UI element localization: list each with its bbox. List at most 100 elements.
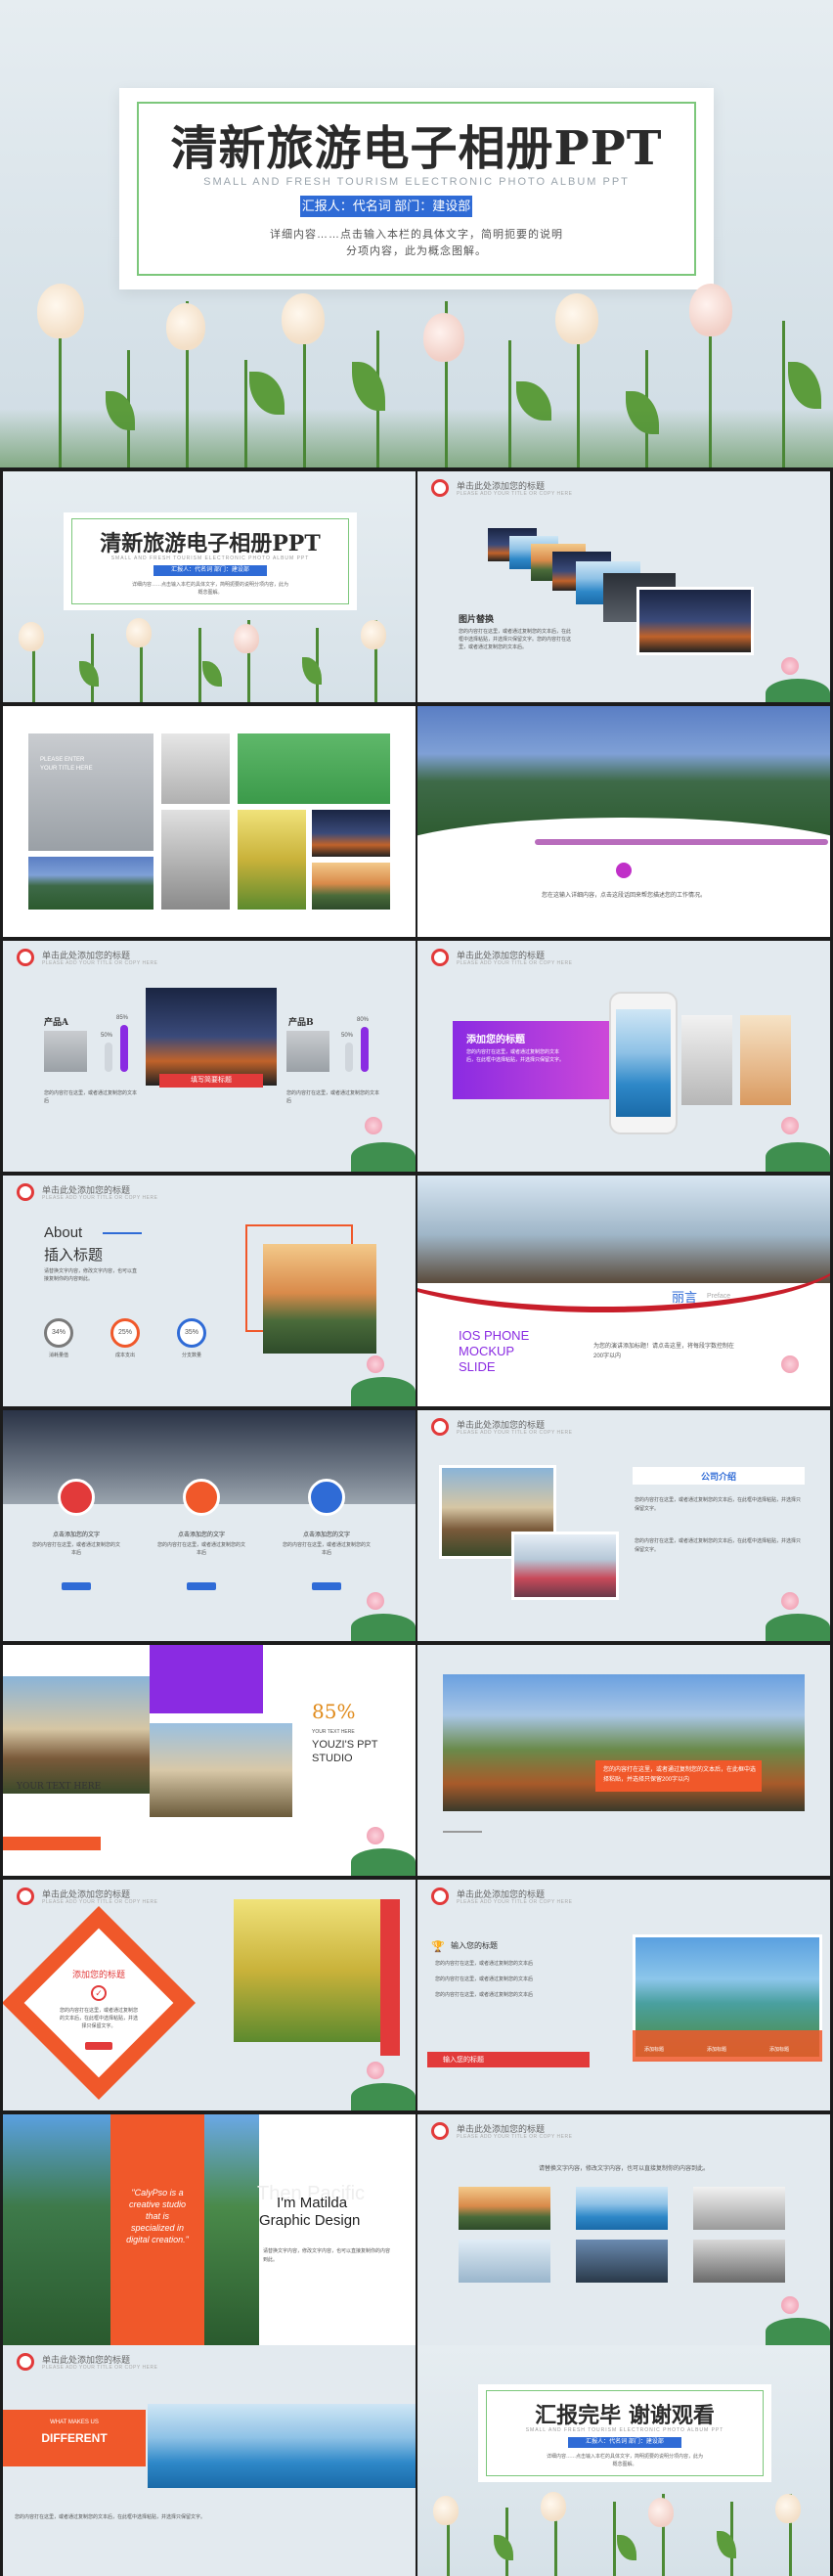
s17-photo-1	[459, 2187, 550, 2230]
s12-pct: 85%	[312, 1700, 356, 1723]
s10-desc-2: 您的内容打在这里，或者通过复制您的文本后	[157, 1542, 246, 1556]
slide-13[interactable]: 您的内容打在这里，或者通过复制您的文本后，在此框中选择粘贴，并选择只保留200字…	[417, 1645, 830, 1876]
s8-ring-1-value: 34%	[51, 1329, 66, 1336]
s19-card: 汇报完毕 谢谢观看 SMALL AND FRESH TOURISM ELECTR…	[478, 2384, 771, 2482]
slide-6[interactable]: 单击此处添加您的标题 PLEASE ADD YOUR TITLE OR COPY…	[3, 941, 416, 1172]
s12-photo-1	[3, 1676, 150, 1794]
s19-reporter: 汇报人：代名词 部门：建设部	[568, 2437, 681, 2448]
s2-title: 清新旅游电子相册PPT	[100, 531, 321, 556]
s14-red-frame	[380, 1899, 400, 2056]
slide-9[interactable]: 丽言 Preface IOS PHONE MOCKUP SLIDE 为您的演讲添…	[417, 1176, 830, 1406]
s7-header-icon	[431, 949, 449, 966]
slide-cover[interactable]: 清新旅游电子相册PPT SMALL AND FRESH TOURISM ELEC…	[0, 0, 833, 467]
slide-14[interactable]: 单击此处添加您的标题 PLEASE ADD YOUR TITLE OR COPY…	[3, 1880, 416, 2110]
s10-icon-1	[58, 1479, 95, 1516]
s17-caption: 请替换文字内容，修改文字内容，也可以直接复制你的内容到此。	[538, 2166, 709, 2172]
s6-product-a: 产品A	[44, 1018, 68, 1028]
s16-desc: 请替换文字内容，修改文字内容，也可以直接复制你的内容到此。	[263, 2248, 391, 2263]
s4-overlay-line1: PLEASE ENTER	[40, 757, 85, 763]
s10-title-1: 点击添加您的文字	[52, 1532, 100, 1538]
s19-subtitle: SMALL AND FRESH TOURISM ELECTRONIC PHOTO…	[525, 2427, 724, 2433]
slide-3[interactable]: 单击此处添加您的标题 PLEASE ADD YOUR TITLE OR COPY…	[417, 471, 830, 702]
s7-tag: 添加您的标题	[466, 1035, 525, 1045]
s10-desc-1: 您的内容打在这里，或者通过复制您的文本后	[32, 1542, 121, 1556]
slide-16[interactable]: "CalyPso is a creative studio that is sp…	[3, 2114, 416, 2345]
s16-quote: "CalyPso is a creative studio that is sp…	[126, 2188, 189, 2244]
s8-ring-2: 25%	[110, 1318, 140, 1348]
s17-header-icon	[431, 2122, 449, 2140]
s8-about-line	[103, 1232, 142, 1234]
cover-desc: 详细内容……点击输入本栏的具体文字，简明扼要的说明 分项内容，此为概念图解。	[227, 227, 606, 260]
s10-btn-1[interactable]	[62, 1582, 91, 1590]
s15-header-icon	[431, 1888, 449, 1905]
s2-reporter: 汇报人：代名词 部门：建设部	[153, 565, 267, 576]
s7-desc: 您的内容打在这里，或者通过复制您的文本后，在此框中选择粘贴，并选择只保留文字。	[466, 1049, 565, 1063]
s6-header-sub: PLEASE ADD YOUR TITLE OR COPY HERE	[42, 960, 158, 966]
s10-btn-3[interactable]	[312, 1582, 341, 1590]
s7-photo-1	[681, 1015, 732, 1105]
s14-header-sub: PLEASE ADD YOUR TITLE OR COPY HERE	[42, 1899, 158, 1905]
s14-btn[interactable]	[85, 2042, 112, 2050]
s15-icon-label-3: 添加标题	[769, 2047, 790, 2053]
cover-subtitle: SMALL AND FRESH TOURISM ELECTRONIC PHOTO…	[203, 176, 630, 188]
slide-15[interactable]: 单击此处添加您的标题 PLEASE ADD YOUR TITLE OR COPY…	[417, 1880, 830, 2110]
slide-7[interactable]: 单击此处添加您的标题 PLEASE ADD YOUR TITLE OR COPY…	[417, 941, 830, 1172]
s18-orange-box: WHAT MAKES US DIFFERENT	[3, 2410, 146, 2466]
s18-small: WHAT MAKES US	[50, 2420, 99, 2425]
s14-diamond-inner	[23, 1928, 174, 2078]
slide-11[interactable]: 单击此处添加您的标题 PLEASE ADD YOUR TITLE OR COPY…	[417, 1410, 830, 1641]
s8-ring-3-label: 分支数量	[181, 1353, 201, 1358]
slide-17[interactable]: 单击此处添加您的标题 PLEASE ADD YOUR TITLE OR COPY…	[417, 2114, 830, 2345]
slide-18[interactable]: 单击此处添加您的标题 PLEASE ADD YOUR TITLE OR COPY…	[3, 2345, 416, 2576]
s7-header-sub: PLEASE ADD YOUR TITLE OR COPY HERE	[457, 960, 573, 966]
s6-photo-a	[44, 1031, 87, 1072]
s10-btn-2[interactable]	[187, 1582, 216, 1590]
s17-photo-6	[693, 2240, 785, 2283]
slide-8[interactable]: 单击此处添加您的标题 PLEASE ADD YOUR TITLE OR COPY…	[3, 1176, 416, 1406]
s4-overlay-line2: YOUR TITLE HERE	[40, 766, 93, 772]
s11-title: 公司介绍	[700, 1472, 736, 1482]
s18-header-sub: PLEASE ADD YOUR TITLE OR COPY HERE	[42, 2365, 158, 2371]
s8-ring-2-value: 25%	[117, 1329, 132, 1336]
s15-header-sub: PLEASE ADD YOUR TITLE OR COPY HERE	[457, 1899, 573, 1905]
s14-title: 添加您的标题	[71, 1970, 125, 1979]
s8-ring-2-label: 成本支出	[114, 1353, 135, 1358]
s2-desc: 详细内容……点击输入本栏的具体文字，简明扼要的说明分项内容，此为概念图解。	[132, 582, 289, 596]
s11-desc-1: 您的内容打在这里，或者通过复制您的文本后，在此框中选择粘贴，并选择只保留文字。	[635, 1497, 802, 1512]
s3-header-sub: PLEASE ADD YOUR TITLE OR COPY HERE	[457, 491, 573, 497]
s15-red-bar: 输入您的标题	[427, 2052, 590, 2067]
s18-desc: 您的内容打在这里，或者通过复制您的文本后，在此框中选择粘贴，并选择只保留文字。	[15, 2514, 206, 2520]
s6-desc-a: 您的内容打在这里，或者通过复制您的文本后	[44, 1090, 138, 1104]
s15-bullet-3: 您的内容打在这里，或者通过复制您的文本后	[435, 1992, 534, 1998]
s9-curve	[417, 1195, 830, 1312]
s7-tag-box: 添加您的标题 您的内容打在这里，或者通过复制您的文本后，在此框中选择粘贴，并选择…	[453, 1021, 617, 1099]
cover-flowers	[0, 284, 833, 467]
s11-header-sub: PLEASE ADD YOUR TITLE OR COPY HERE	[457, 1430, 573, 1436]
cover-desc-line2: 分项内容，此为概念图解。	[346, 245, 487, 257]
s18-big: DIFFERENT	[41, 2431, 108, 2445]
slide-4[interactable]: PLEASE ENTER YOUR TITLE HERE	[3, 706, 416, 937]
cover-card: 清新旅游电子相册PPT SMALL AND FRESH TOURISM ELEC…	[119, 88, 714, 289]
s18-header-icon	[17, 2353, 34, 2371]
slide-19[interactable]: 汇报完毕 谢谢观看 SMALL AND FRESH TOURISM ELECTR…	[417, 2345, 830, 2576]
s10-icon-2	[183, 1479, 220, 1516]
slide-10[interactable]: 点击添加您的文字 您的内容打在这里，或者通过复制您的文本后 点击添加您的文字 您…	[3, 1410, 416, 1641]
slide-12[interactable]: YOUR TEXT HERE 85% YOUR TEXT HERE YOUZI'…	[3, 1645, 416, 1876]
s6-pct-a2: 85%	[116, 1015, 129, 1021]
slide-5[interactable]: 您在这输入详细内容，点击这段话回来帮您描述您的工作情况。	[417, 706, 830, 937]
s11-header-icon	[431, 1418, 449, 1436]
s4-photo-city1	[312, 810, 390, 857]
s3-desc: 您的内容打在这里，或者通过复制您的文本后，在此框中选择粘贴，并选择只保留文字。您…	[459, 629, 572, 650]
s11-title-bar: 公司介绍	[633, 1467, 805, 1485]
s15-trophy-icon: 🏆	[431, 1941, 445, 1953]
s12-line2: YOUZI'S PPT	[312, 1739, 378, 1751]
s6-pct-a1: 50%	[101, 1033, 113, 1039]
s3-label: 图片替换	[459, 615, 495, 625]
s5-icon	[616, 863, 632, 878]
s6-header-icon	[17, 949, 34, 966]
slide-2[interactable]: 清新旅游电子相册PPT SMALL AND FRESH TOURISM ELEC…	[3, 471, 416, 702]
s12-line3: STUDIO	[312, 1753, 353, 1764]
s12-line1: YOUR TEXT HERE	[312, 1729, 355, 1735]
s8-header-sub: PLEASE ADD YOUR TITLE OR COPY HERE	[42, 1195, 158, 1201]
s15-icon-label-1: 添加标题	[644, 2047, 665, 2053]
